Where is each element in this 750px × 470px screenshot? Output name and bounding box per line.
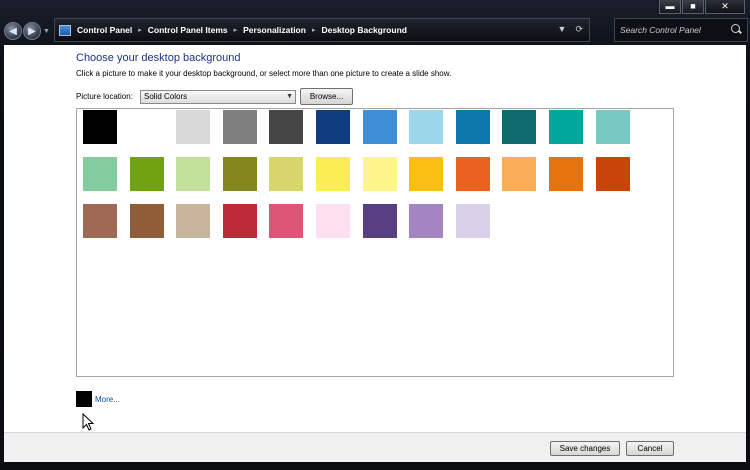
- color-swatch[interactable]: [456, 157, 490, 191]
- control-panel-icon: [59, 24, 71, 36]
- color-swatch[interactable]: [502, 157, 536, 191]
- caption-buttons: ▬ ■ ✕: [659, 0, 745, 14]
- maximize-button[interactable]: ■: [682, 0, 704, 14]
- picture-location-value: Solid Colors: [144, 92, 188, 101]
- save-changes-button[interactable]: Save changes: [550, 441, 620, 456]
- color-swatch[interactable]: [316, 204, 350, 238]
- color-swatch[interactable]: [363, 110, 397, 144]
- command-bar: Save changes Cancel: [4, 432, 746, 462]
- color-swatch[interactable]: [83, 204, 117, 238]
- breadcrumb-separator-icon[interactable]: ▸: [234, 26, 238, 34]
- address-bar[interactable]: Control Panel ▸ Control Panel Items ▸ Pe…: [54, 18, 590, 42]
- color-swatch[interactable]: [176, 204, 210, 238]
- color-swatch[interactable]: [456, 110, 490, 144]
- color-swatch[interactable]: [223, 110, 257, 144]
- color-swatch[interactable]: [176, 110, 210, 144]
- page-title: Choose your desktop background: [76, 52, 241, 64]
- breadcrumb-separator-icon[interactable]: ▸: [138, 26, 142, 34]
- color-swatch[interactable]: [130, 157, 164, 191]
- picture-location-label: Picture location:: [76, 92, 133, 101]
- breadcrumb-all-items[interactable]: Control Panel Items: [148, 25, 228, 35]
- back-button[interactable]: ◀: [4, 22, 22, 40]
- color-swatch[interactable]: [409, 204, 443, 238]
- color-swatch[interactable]: [549, 157, 583, 191]
- color-swatch[interactable]: [176, 157, 210, 191]
- color-swatch[interactable]: [316, 110, 350, 144]
- search-input[interactable]: Search Control Panel: [620, 25, 729, 35]
- color-swatch[interactable]: [456, 204, 490, 238]
- recent-pages-icon[interactable]: ▼: [43, 28, 50, 35]
- color-swatch[interactable]: [269, 204, 303, 238]
- color-swatch[interactable]: [83, 157, 117, 191]
- color-swatch[interactable]: [130, 204, 164, 238]
- color-swatch[interactable]: [409, 110, 443, 144]
- close-button[interactable]: ✕: [705, 0, 745, 14]
- mouse-pointer-icon: [82, 413, 94, 431]
- chevron-down-icon[interactable]: ▼: [558, 24, 567, 35]
- search-box[interactable]: Search Control Panel: [614, 18, 748, 42]
- search-icon[interactable]: [729, 23, 743, 37]
- color-swatch[interactable]: [409, 157, 443, 191]
- more-colors-link[interactable]: More...: [95, 395, 120, 404]
- content-pane: Choose your desktop background Click a p…: [4, 45, 746, 432]
- cancel-button[interactable]: Cancel: [626, 441, 674, 456]
- color-swatch[interactable]: [130, 110, 164, 144]
- navigation-bar: ◀ ▶ ▼ Control Panel ▸ Control Panel Item…: [4, 17, 748, 45]
- color-swatch[interactable]: [502, 110, 536, 144]
- refresh-icon[interactable]: ⟳: [575, 24, 583, 35]
- breadcrumb-personalization[interactable]: Personalization: [243, 25, 306, 35]
- color-swatch[interactable]: [363, 157, 397, 191]
- page-subtitle: Click a picture to make it your desktop …: [76, 69, 452, 78]
- color-swatch[interactable]: [223, 204, 257, 238]
- color-swatch[interactable]: [596, 110, 630, 144]
- current-color-swatch[interactable]: [76, 391, 92, 407]
- color-swatch[interactable]: [363, 204, 397, 238]
- color-swatch[interactable]: [223, 157, 257, 191]
- browse-button[interactable]: Browse...: [300, 88, 353, 105]
- color-swatch[interactable]: [83, 110, 117, 144]
- breadcrumb-control-panel[interactable]: Control Panel: [77, 25, 132, 35]
- address-bar-controls: ▼ ⟳: [558, 24, 583, 35]
- minimize-button[interactable]: ▬: [659, 0, 681, 14]
- color-swatch[interactable]: [596, 157, 630, 191]
- color-palette: [76, 108, 674, 377]
- breadcrumb-desktop-background[interactable]: Desktop Background: [321, 25, 407, 35]
- breadcrumb-separator-icon[interactable]: ▸: [312, 26, 316, 34]
- color-swatch[interactable]: [269, 110, 303, 144]
- color-swatch[interactable]: [316, 157, 350, 191]
- chevron-down-icon[interactable]: ▼: [286, 91, 293, 103]
- color-swatch[interactable]: [269, 157, 303, 191]
- picture-location-select[interactable]: Solid Colors ▼: [140, 90, 296, 104]
- color-swatch[interactable]: [549, 110, 583, 144]
- forward-button[interactable]: ▶: [23, 22, 41, 40]
